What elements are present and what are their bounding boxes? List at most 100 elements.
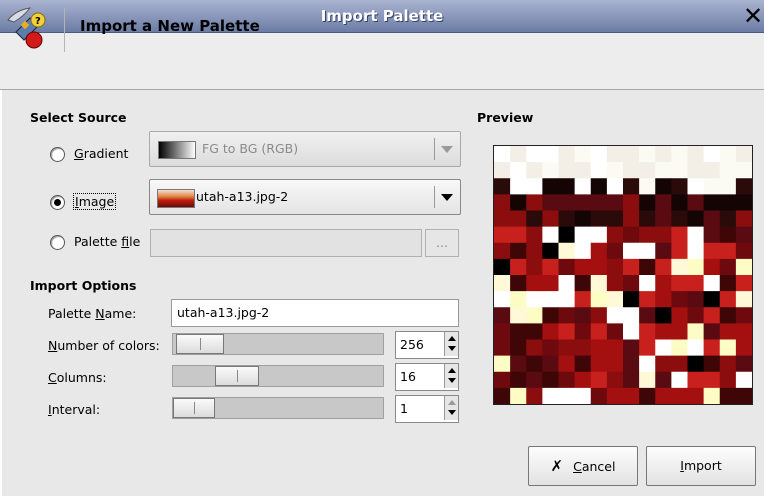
palette-swatch — [542, 210, 559, 228]
palette-swatch — [719, 339, 737, 357]
palette-swatch — [623, 291, 640, 308]
palette-swatch — [542, 387, 559, 404]
palette-swatch — [510, 323, 527, 340]
number-of-colors-spinbutton[interactable]: 256 — [395, 331, 459, 359]
palette-swatch — [574, 242, 592, 260]
interval-slider[interactable] — [172, 397, 384, 419]
spin-up-icon[interactable] — [448, 400, 456, 405]
palette-swatch — [719, 355, 737, 373]
palette-swatch — [590, 339, 608, 357]
palette-swatch — [687, 226, 705, 244]
palette-swatch — [623, 355, 640, 373]
palette-swatch — [526, 371, 543, 389]
cancel-button[interactable]: ✗ Cancel — [528, 446, 638, 486]
palette-swatch — [526, 291, 543, 308]
palette-swatch — [735, 178, 752, 195]
palette-swatch — [590, 210, 608, 228]
palette-swatch — [526, 146, 543, 163]
gradient-radio[interactable] — [50, 147, 65, 162]
palette-swatch — [671, 210, 688, 228]
palette-swatch — [558, 162, 576, 179]
palette-swatch — [590, 258, 608, 276]
palette-swatch — [510, 275, 527, 292]
palette-swatch — [590, 226, 608, 244]
palette-swatch — [606, 226, 624, 244]
palette-swatch — [526, 355, 543, 373]
palette-swatch — [703, 387, 721, 404]
spin-down-icon[interactable] — [448, 410, 456, 415]
palette-swatch — [558, 323, 576, 340]
palette-swatch — [687, 210, 705, 228]
palette-swatch — [671, 146, 688, 163]
chevron-down-icon — [441, 146, 453, 153]
palette-swatch — [639, 371, 656, 389]
palette-file-label[interactable]: Palette file — [74, 234, 140, 249]
image-combo[interactable]: utah-a13.jpg-2 — [149, 179, 461, 215]
palette-file-radio[interactable] — [50, 235, 65, 250]
palette-swatch — [703, 178, 721, 195]
palette-name-input[interactable]: utah-a13.jpg-2 — [171, 299, 459, 327]
palette-swatch — [558, 355, 576, 373]
palette-swatch — [606, 307, 624, 324]
palette-swatch — [606, 291, 624, 308]
columns-slider[interactable] — [172, 365, 384, 387]
gradient-combo[interactable]: FG to BG (RGB) — [149, 131, 461, 167]
palette-swatch — [494, 371, 511, 389]
spin-down-icon[interactable] — [448, 378, 456, 383]
palette-swatch — [719, 226, 737, 244]
palette-swatch — [542, 291, 559, 308]
slider-handle[interactable] — [215, 366, 259, 386]
chevron-down-icon — [441, 194, 453, 201]
palette-swatch — [510, 339, 527, 357]
palette-swatch — [526, 307, 543, 324]
palette-swatch — [494, 242, 511, 260]
columns-spinbutton[interactable]: 16 — [395, 363, 459, 391]
palette-swatch — [574, 194, 592, 211]
image-radio[interactable] — [50, 195, 65, 210]
palette-swatch — [719, 178, 737, 195]
image-label[interactable]: Image — [73, 193, 117, 210]
palette-swatch — [510, 242, 527, 260]
palette-swatch — [623, 275, 640, 292]
palette-swatch — [671, 323, 688, 340]
palette-swatch — [574, 162, 592, 179]
palette-swatch — [639, 387, 656, 404]
palette-swatch — [574, 323, 592, 340]
palette-swatch — [590, 371, 608, 389]
palette-swatch — [639, 355, 656, 373]
slider-handle[interactable] — [173, 398, 215, 418]
palette-swatch — [590, 355, 608, 373]
spin-down-icon[interactable] — [448, 346, 456, 351]
spin-up-icon[interactable] — [448, 336, 456, 341]
interval-spinbutton[interactable]: 1 — [395, 395, 459, 423]
palette-swatch — [574, 146, 592, 163]
number-of-colors-slider[interactable] — [172, 333, 384, 355]
palette-swatch — [719, 291, 737, 308]
palette-swatch — [606, 339, 624, 357]
palette-import-icon: ? — [12, 10, 52, 50]
palette-swatch — [735, 371, 752, 389]
palette-swatch — [558, 387, 576, 404]
slider-handle[interactable] — [176, 334, 224, 354]
palette-swatch — [655, 178, 672, 195]
palette-swatch — [671, 194, 688, 211]
palette-swatch — [655, 275, 672, 292]
palette-swatch — [510, 210, 527, 228]
palette-swatch — [590, 194, 608, 211]
palette-file-entry[interactable] — [150, 229, 422, 257]
palette-swatch — [671, 275, 688, 292]
palette-swatch — [510, 291, 527, 308]
close-icon[interactable]: ✕ — [742, 2, 764, 30]
import-button[interactable]: Import — [646, 446, 756, 486]
palette-swatch — [558, 371, 576, 389]
palette-swatch — [542, 146, 559, 163]
palette-swatch — [703, 258, 721, 276]
palette-swatch — [623, 371, 640, 389]
palette-swatch — [623, 178, 640, 195]
palette-swatch — [574, 291, 592, 308]
browse-button[interactable]: ... — [425, 229, 459, 257]
gradient-label[interactable]: Gradient — [74, 146, 128, 161]
palette-swatch — [687, 162, 705, 179]
spin-up-icon[interactable] — [448, 368, 456, 373]
palette-swatch — [735, 242, 752, 260]
